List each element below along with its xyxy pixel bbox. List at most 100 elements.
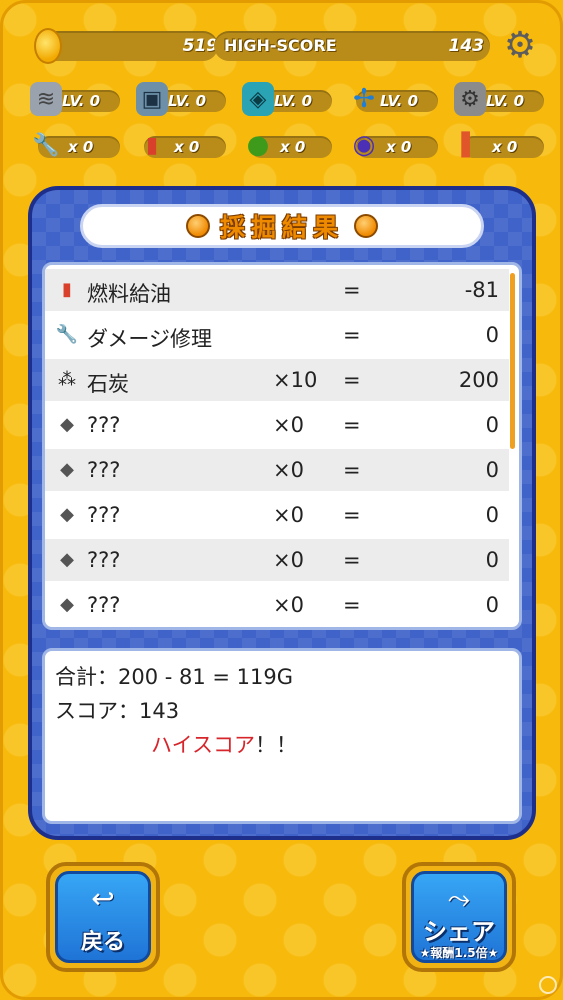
- green-orb-icon: ●: [246, 130, 270, 160]
- upgrade-level: LV. 0: [274, 92, 313, 110]
- result-eq: =: [343, 548, 361, 572]
- result-row: ◆ ??? ×0 = 0: [45, 494, 509, 536]
- result-row: ⁂ 石炭 ×10 = 200: [45, 359, 509, 401]
- upgrade-level: LV. 0: [62, 92, 101, 110]
- share-button[interactable]: ⤳ シェア ★報酬1.5倍★: [402, 862, 516, 972]
- summary-box: 合計：200 - 81 = 119G スコア：143 ハイスコア！！: [42, 648, 522, 824]
- result-row: 🔧 ダメージ修理 = 0: [45, 314, 509, 356]
- hull-icon: ▣: [136, 82, 168, 116]
- result-eq: =: [343, 368, 361, 392]
- result-value: 0: [485, 548, 499, 572]
- result-row: ◆ ??? ×0 = 0: [45, 449, 509, 491]
- result-name: ???: [87, 503, 121, 527]
- engine-icon: ⚙: [454, 82, 486, 116]
- wrench-icon: 🔧: [55, 324, 79, 345]
- unknown-ore-icon: ◆: [60, 414, 74, 435]
- result-value: 0: [485, 458, 499, 482]
- fuel-can-icon: ▮: [145, 132, 159, 158]
- summary-highscore-suffix: ！！: [254, 733, 297, 757]
- item-green-orb[interactable]: ● x 0: [236, 128, 332, 164]
- wrench-icon: 🔧: [32, 132, 60, 158]
- item-wrench[interactable]: 🔧 x 0: [24, 128, 120, 164]
- result-name: 燃料給油: [87, 282, 171, 306]
- coal-icon: ⁂: [58, 369, 76, 390]
- return-arrow-icon: ↩: [91, 882, 115, 915]
- orb-icon: [185, 214, 210, 238]
- result-name: ???: [87, 413, 121, 437]
- share-button-label: シェア: [423, 918, 495, 946]
- top-bar: 519 G HIGH-SCORE 143 ⚙: [28, 24, 538, 68]
- upgrade-fan[interactable]: ✢ LV. 0: [342, 82, 438, 118]
- result-mult: ×0: [273, 503, 304, 527]
- result-eq: =: [343, 278, 361, 302]
- results-title: 採掘結果: [219, 213, 344, 242]
- coin-icon: [34, 28, 62, 64]
- fan-icon: ✢: [353, 84, 375, 114]
- result-mult: ×0: [273, 548, 304, 572]
- result-name: ???: [87, 458, 121, 482]
- back-button-face: ↩ 戻る: [55, 871, 151, 963]
- result-eq: =: [343, 503, 361, 527]
- item-count: x 0: [492, 138, 518, 156]
- high-score-value: 143: [448, 36, 485, 56]
- unknown-ore-icon: ◆: [60, 459, 74, 480]
- item-count: x 0: [386, 138, 412, 156]
- result-name: ???: [87, 593, 121, 617]
- drill-icon: ≋: [30, 82, 62, 116]
- result-row: ▮ 燃料給油 = -81: [45, 269, 509, 311]
- result-row: ◆ ??? ×0 = 0: [45, 584, 509, 626]
- share-button-face: ⤳ シェア ★報酬1.5倍★: [411, 871, 507, 963]
- item-count: x 0: [280, 138, 306, 156]
- item-dynamite[interactable]: ▌ x 0: [448, 128, 544, 164]
- upgrade-level: LV. 0: [168, 92, 207, 110]
- result-mult: ×0: [273, 413, 304, 437]
- result-eq: =: [343, 593, 361, 617]
- dynamite-icon: ▌: [461, 132, 479, 158]
- result-name: ダメージ修理: [87, 327, 212, 351]
- result-value: -81: [464, 278, 499, 302]
- result-name: ???: [87, 548, 121, 572]
- radiator-icon: ◈: [242, 82, 274, 116]
- result-value: 0: [485, 593, 499, 617]
- fuel-can-icon: ▮: [62, 279, 72, 300]
- result-mult: ×10: [273, 368, 318, 392]
- summary-total: 合計：200 - 81 = 119G: [55, 665, 294, 689]
- result-mult: ×0: [273, 458, 304, 482]
- upgrade-drill[interactable]: ≋ LV. 0: [24, 82, 120, 118]
- unknown-ore-icon: ◆: [60, 594, 74, 615]
- back-button[interactable]: ↩ 戻る: [46, 862, 160, 972]
- upgrade-engine[interactable]: ⚙ LV. 0: [448, 82, 544, 118]
- item-fuel[interactable]: ▮ x 0: [130, 128, 226, 164]
- list-scrollbar[interactable]: [510, 273, 515, 449]
- result-value: 200: [458, 368, 499, 392]
- result-eq: =: [343, 458, 361, 482]
- unknown-ore-icon: ◆: [60, 504, 74, 525]
- result-name: 石炭: [87, 372, 129, 396]
- result-value: 0: [485, 413, 499, 437]
- result-row: ◆ ??? ×0 = 0: [45, 539, 509, 581]
- share-reward-label: ★報酬1.5倍★: [419, 946, 499, 960]
- upgrade-level: LV. 0: [486, 92, 525, 110]
- summary-highscore-line: ハイスコア！！: [151, 729, 297, 759]
- watermark-logo-icon: [539, 976, 557, 994]
- back-button-label: 戻る: [80, 930, 125, 955]
- upgrade-hull[interactable]: ▣ LV. 0: [130, 82, 226, 118]
- item-purple-orb[interactable]: ◉ x 0: [342, 128, 438, 164]
- item-row: 🔧 x 0 ▮ x 0 ● x 0 ◉ x 0 ▌ x 0: [24, 128, 544, 164]
- result-mult: ×0: [273, 593, 304, 617]
- upgrade-row: ≋ LV. 0 ▣ LV. 0 ◈ LV. 0 ✢ LV. 0 ⚙ LV. 0: [24, 82, 544, 118]
- upgrade-level: LV. 0: [380, 92, 419, 110]
- results-panel: 採掘結果 ▮ 燃料給油 = -81 🔧 ダメージ修理 = 0 ⁂ 石炭 ×10 …: [28, 186, 536, 840]
- upgrade-radiator[interactable]: ◈ LV. 0: [236, 82, 332, 118]
- orb-icon: [354, 214, 378, 238]
- gear-icon[interactable]: ⚙: [500, 26, 540, 66]
- results-list[interactable]: ▮ 燃料給油 = -81 🔧 ダメージ修理 = 0 ⁂ 石炭 ×10 = 200…: [42, 262, 522, 630]
- item-count: x 0: [174, 138, 200, 156]
- unknown-ore-icon: ◆: [60, 549, 74, 570]
- result-value: 0: [485, 503, 499, 527]
- summary-highscore: ハイスコア: [151, 733, 255, 757]
- result-eq: =: [343, 323, 361, 347]
- results-title-box: 採掘結果: [80, 204, 484, 248]
- result-row: ◆ ??? ×0 = 0: [45, 404, 509, 446]
- result-value: 0: [485, 323, 499, 347]
